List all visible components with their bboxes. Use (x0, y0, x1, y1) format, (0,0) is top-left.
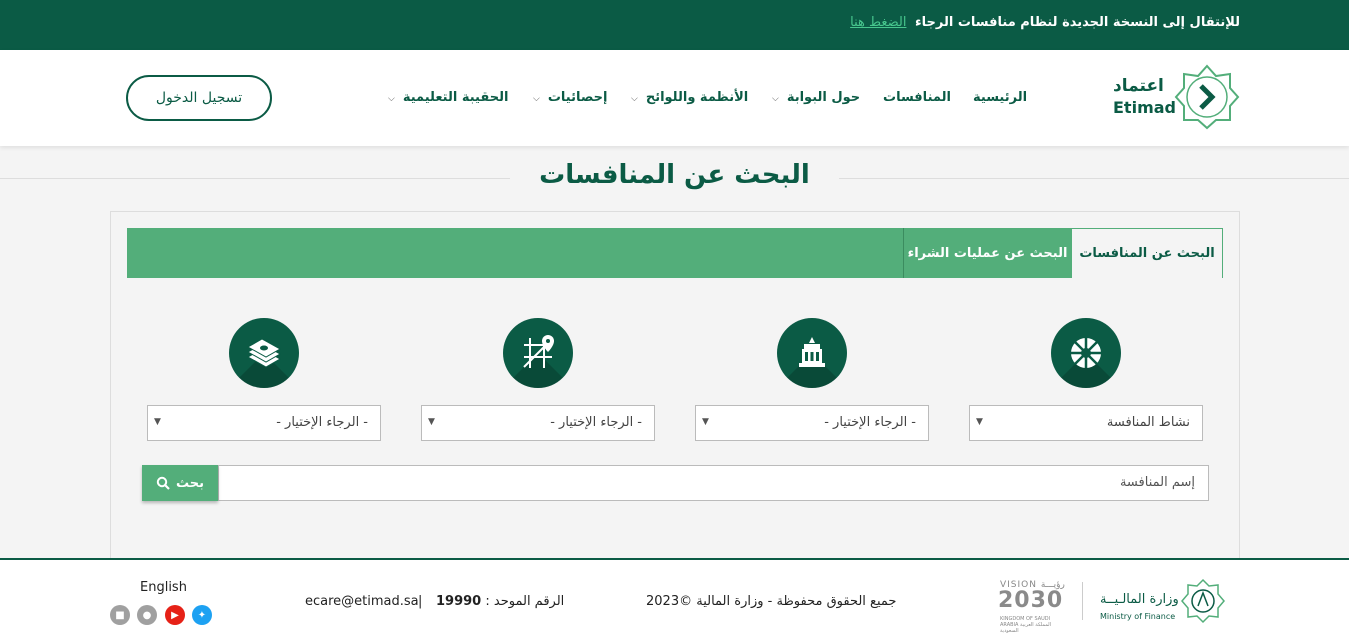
announcement-message: للإنتقال إلى النسخة الجديدة لنظام منافسا… (914, 15, 1240, 30)
dropdown-arrow-icon: ▼ (976, 417, 983, 427)
vision-caption: KINGDOM OF SAUDI ARABIA المملكة العربية … (1000, 616, 1052, 634)
nav-regulations-label: الأنظمة واللوائح (645, 90, 749, 105)
competition-name-placeholder: إسم المنافسة (1119, 475, 1195, 490)
nav-about[interactable]: حول البوابة ⌵ (772, 90, 860, 105)
nav-education[interactable]: الحقيبة التعليمية ⌵ (388, 90, 508, 105)
etimad-emblem-icon (1174, 64, 1240, 130)
announcement-text: للإنتقال إلى النسخة الجديدة لنظام منافسا… (850, 15, 1240, 30)
nav-statistics[interactable]: إحصائيات ⌵ (533, 90, 607, 105)
vision-2030-logo[interactable]: VISION رؤيـــة 2030 KINGDOM OF SAUDI ARA… (998, 578, 1070, 634)
announcement-link[interactable]: الضغط هنا (850, 15, 906, 30)
map-pin-icon (523, 335, 554, 368)
money-stack-icon (246, 338, 282, 368)
ministry-emblem-icon (1181, 578, 1225, 624)
activity-select[interactable]: نشاط المنافسة ▼ (969, 405, 1203, 441)
nav-about-label: حول البوابة (786, 90, 861, 105)
budget-select-value: - الرجاء الإختيار - (276, 415, 368, 430)
site-footer: وزارة المالـيــة Ministry of Finance VIS… (0, 558, 1349, 643)
budget-select[interactable]: - الرجاء الإختيار - ▼ (147, 405, 381, 441)
youtube-icon[interactable]: ▶ (165, 605, 185, 625)
page-title: البحث عن المنافسات (539, 160, 810, 190)
nav-home[interactable]: الرئيسية (973, 90, 1027, 105)
competition-name-input[interactable]: إسم المنافسة (218, 465, 1209, 501)
government-entity-select[interactable]: - الرجاء الإختيار - ▼ (695, 405, 929, 441)
nav-competitions-label: المنافسات (883, 90, 951, 105)
vision-year: 2030 (998, 588, 1064, 613)
search-panel: البحث عن المنافسات البحث عن عمليات الشرا… (110, 211, 1240, 571)
logo-arabic-text: اعتماد (1113, 76, 1164, 96)
etimad-logo[interactable]: اعتماد Etimad (1110, 64, 1242, 130)
building-icon (799, 337, 825, 367)
ministry-arabic-name: وزارة المالـيــة (1100, 592, 1179, 607)
chevron-down-icon: ⌵ (533, 94, 540, 104)
tab-search-competitions[interactable]: البحث عن المنافسات (1071, 228, 1223, 278)
region-icon (503, 318, 573, 388)
nav-regulations[interactable]: الأنظمة واللوائح ⌵ (631, 90, 748, 105)
title-divider-left (0, 178, 510, 179)
search-tabs: البحث عن المنافسات البحث عن عمليات الشرا… (127, 228, 1223, 278)
google-play-icon[interactable]: ■ (110, 605, 130, 625)
region-select-value: - الرجاء الإختيار - (550, 415, 642, 430)
apple-store-icon[interactable]: ● (137, 605, 157, 625)
nav-competitions[interactable]: المنافسات (883, 90, 951, 105)
unified-number-value: 19990 (436, 594, 482, 609)
chevron-down-icon: ⌵ (388, 94, 395, 104)
title-divider-right (839, 178, 1349, 179)
unified-number-label: الرقم الموحد : (485, 594, 565, 609)
logo-english-text: Etimad (1113, 98, 1176, 117)
chevron-down-icon: ⌵ (631, 94, 638, 104)
activity-select-value: نشاط المنافسة (1106, 415, 1190, 430)
site-header: اعتماد Etimad الرئيسية المنافسات حول الب… (0, 50, 1349, 146)
tab-search-purchases[interactable]: البحث عن عمليات الشراء (903, 228, 1071, 278)
government-entity-icon (777, 318, 847, 388)
twitter-icon[interactable]: ✦ (192, 605, 212, 625)
top-announcement-bar: للإنتقال إلى النسخة الجديدة لنظام منافسا… (0, 0, 1349, 50)
budget-icon (229, 318, 299, 388)
nav-statistics-label: إحصائيات (547, 90, 608, 105)
unified-number: الرقم الموحد : 19990 (436, 594, 564, 609)
dropdown-arrow-icon: ▼ (428, 417, 435, 427)
logo-separator (1082, 582, 1083, 620)
search-button[interactable]: بحث (142, 465, 218, 501)
language-switch[interactable]: English (140, 580, 187, 595)
nav-home-label: الرئيسية (973, 90, 1028, 105)
dropdown-arrow-icon: ▼ (154, 417, 161, 427)
support-email-link[interactable]: ecare@etimad.sa (305, 594, 419, 609)
ministry-english-name: Ministry of Finance (1100, 612, 1176, 621)
copyright-text: جميع الحقوق محفوظة - وزارة المالية ©2023 (646, 594, 897, 609)
search-icon (156, 476, 170, 490)
chevron-down-icon: ⌵ (772, 94, 779, 104)
ministry-of-finance-logo[interactable]: وزارة المالـيــة Ministry of Finance (1098, 578, 1228, 626)
region-select[interactable]: - الرجاء الإختيار - ▼ (421, 405, 655, 441)
government-entity-select-value: - الرجاء الإختيار - (824, 415, 916, 430)
search-button-label: بحث (176, 475, 205, 491)
nav-education-label: الحقيبة التعليمية (402, 90, 509, 105)
login-button[interactable]: تسجيل الدخول (126, 75, 272, 121)
activity-icon (1051, 318, 1121, 388)
footer-separator: | (418, 594, 423, 609)
dropdown-arrow-icon: ▼ (702, 417, 709, 427)
activity-pinwheel-icon (1071, 338, 1101, 368)
